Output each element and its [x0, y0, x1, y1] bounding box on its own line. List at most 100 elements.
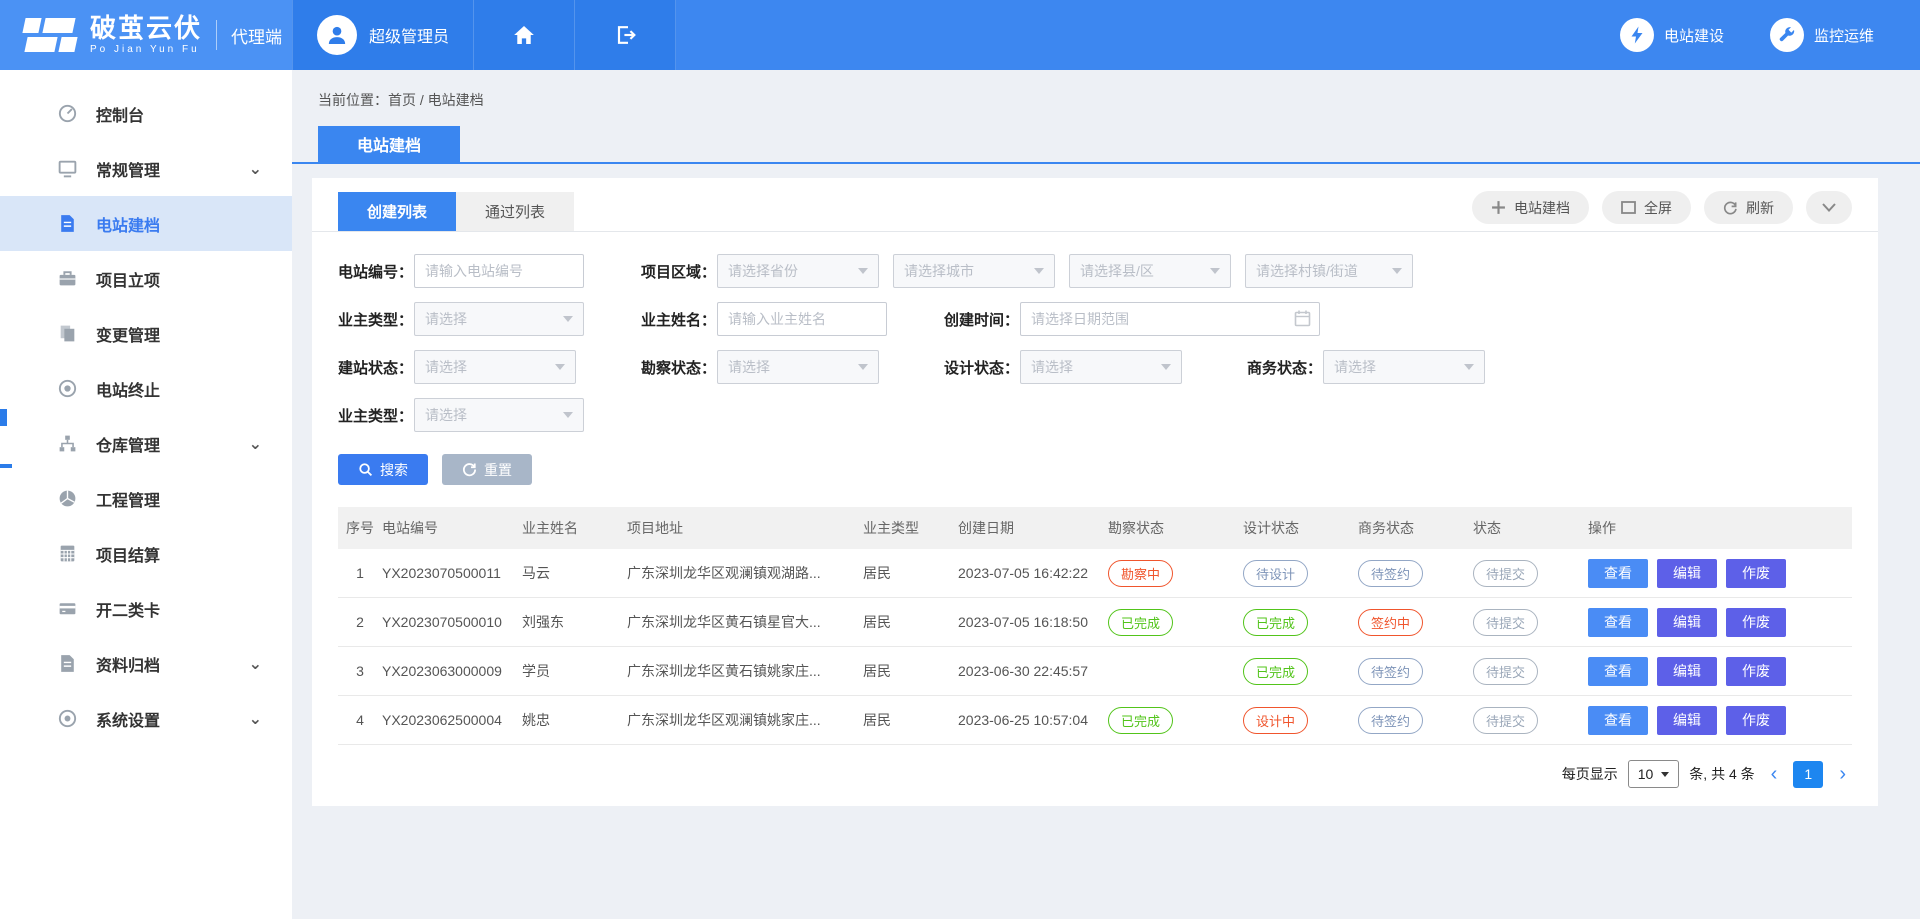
view-button[interactable]: 查看 [1588, 608, 1648, 637]
dropdown-arrow-icon [858, 268, 868, 274]
logout-button[interactable] [575, 0, 676, 70]
edit-button[interactable]: 编辑 [1657, 559, 1717, 588]
district-select[interactable]: 请选择县/区 [1069, 254, 1231, 288]
township-select[interactable]: 请选择村镇/街道 [1245, 254, 1413, 288]
dropdown-arrow-icon [1392, 268, 1402, 274]
design-status-badge: 设计中 [1243, 707, 1308, 734]
void-button[interactable]: 作废 [1726, 608, 1786, 637]
pie-gauge-icon [56, 488, 78, 510]
sidebar-item-label: 项目立项 [96, 267, 160, 291]
edit-button[interactable]: 编辑 [1657, 608, 1717, 637]
prev-page-button[interactable]: ‹ [1765, 764, 1784, 784]
biz-status-select[interactable]: 请选择 [1323, 350, 1485, 384]
nav-station-build-label: 电站建设 [1664, 25, 1724, 46]
col-header-address: 项目地址 [627, 518, 863, 538]
table-row: 4 YX2023062500004 姚忠 广东深圳龙华区观澜镇姚家庄... 居民… [338, 696, 1852, 745]
business-status-badge: 待签约 [1358, 707, 1423, 734]
station-no-input[interactable] [414, 254, 584, 288]
design-status-select[interactable]: 请选择 [1020, 350, 1182, 384]
cell-type: 居民 [863, 563, 958, 583]
sidebar-item-general-mgmt[interactable]: 常规管理 ⌄ [0, 141, 292, 196]
sidebar-item-change-mgmt[interactable]: 变更管理 [0, 306, 292, 361]
dropdown-arrow-icon [1210, 268, 1220, 274]
col-header-business: 商务状态 [1358, 518, 1473, 538]
owner-type2-select[interactable]: 请选择 [414, 398, 584, 432]
sidebar-item-system-settings[interactable]: 系统设置 ⌄ [0, 691, 292, 746]
search-icon [358, 462, 373, 477]
dropdown-arrow-icon [858, 364, 868, 370]
chevron-down-icon [1822, 203, 1836, 212]
current-page-button[interactable]: 1 [1793, 761, 1823, 788]
search-button[interactable]: 搜索 [338, 454, 428, 485]
cell-address: 广东深圳龙华区黄石镇姚家庄... [627, 661, 863, 681]
sidebar-item-label: 仓库管理 [96, 432, 160, 456]
nav-station-build[interactable]: 电站建设 [1620, 18, 1724, 52]
edit-button[interactable]: 编辑 [1657, 657, 1717, 686]
refresh-button[interactable]: 刷新 [1704, 191, 1793, 224]
reset-icon [462, 462, 477, 477]
business-status-badge: 待签约 [1358, 560, 1423, 587]
dropdown-arrow-icon [563, 412, 573, 418]
date-range-picker[interactable] [1020, 302, 1320, 336]
sidebar-item-label: 系统设置 [96, 707, 160, 731]
cell-code: YX2023070500011 [382, 565, 522, 581]
topbar-user-area: 超级管理员 [292, 0, 676, 70]
next-page-button[interactable]: › [1833, 764, 1852, 784]
col-header-date: 创建日期 [958, 518, 1108, 538]
credit-card-icon [56, 598, 78, 620]
cell-no: 3 [338, 663, 382, 679]
logo-area: 破茧云伏 Po Jian Yun Fu 代理端 [0, 0, 292, 70]
create-station-button[interactable]: 电站建档 [1472, 191, 1589, 224]
cell-type: 居民 [863, 710, 958, 730]
nav-monitor-ops[interactable]: 监控运维 [1770, 18, 1874, 52]
survey-status-select[interactable]: 请选择 [717, 350, 879, 384]
edit-button[interactable]: 编辑 [1657, 706, 1717, 735]
province-select[interactable]: 请选择省份 [717, 254, 879, 288]
void-button[interactable]: 作废 [1726, 657, 1786, 686]
sidebar-item-warehouse-mgmt[interactable]: 仓库管理 ⌄ [0, 416, 292, 471]
create-station-label: 电站建档 [1514, 198, 1570, 218]
view-button[interactable]: 查看 [1588, 706, 1648, 735]
view-button[interactable]: 查看 [1588, 559, 1648, 588]
fullscreen-button[interactable]: 全屏 [1602, 191, 1691, 224]
tab-create-list[interactable]: 创建列表 [338, 192, 456, 231]
list-panel: 创建列表 通过列表 电站建档 全屏 刷新 [312, 178, 1878, 806]
date-range-input[interactable] [1020, 302, 1320, 336]
filter-label-build-status: 建站状态： [338, 357, 414, 378]
page-tab-station-archive[interactable]: 电站建档 [318, 126, 460, 162]
owner-name-input[interactable] [717, 302, 887, 336]
sidebar-item-project-settlement[interactable]: 项目结算 [0, 526, 292, 581]
status-badge: 待提交 [1473, 658, 1538, 685]
build-status-select[interactable]: 请选择 [414, 350, 576, 384]
home-button[interactable] [474, 0, 575, 70]
collapse-button[interactable] [1806, 191, 1852, 224]
sidebar-item-type2-card[interactable]: 开二类卡 [0, 581, 292, 636]
sidebar-item-label: 工程管理 [96, 487, 160, 511]
sidebar-item-project-initiation[interactable]: 项目立项 [0, 251, 292, 306]
sidebar-item-label: 电站建档 [96, 212, 160, 236]
reset-button[interactable]: 重置 [442, 454, 532, 485]
city-select[interactable]: 请选择城市 [893, 254, 1055, 288]
tab-passed-list[interactable]: 通过列表 [456, 192, 574, 231]
cell-type: 居民 [863, 661, 958, 681]
per-page-select[interactable]: 10 [1628, 760, 1680, 788]
brand-logo-icon [22, 14, 78, 56]
sidebar-item-engineering-mgmt[interactable]: 工程管理 [0, 471, 292, 526]
cell-address: 广东深圳龙华区观澜镇姚家庄... [627, 710, 863, 730]
owner-type-select[interactable]: 请选择 [414, 302, 584, 336]
dropdown-arrow-icon [1161, 364, 1171, 370]
cell-owner: 刘强东 [522, 612, 627, 632]
void-button[interactable]: 作废 [1726, 706, 1786, 735]
col-header-type: 业主类型 [863, 518, 958, 538]
view-button[interactable]: 查看 [1588, 657, 1648, 686]
sidebar-item-console[interactable]: 控制台 [0, 86, 292, 141]
chevron-down-icon: ⌄ [249, 654, 262, 674]
user-menu[interactable]: 超级管理员 [292, 0, 474, 70]
sidebar-item-data-archive[interactable]: 资料归档 ⌄ [0, 636, 292, 691]
sidebar-item-station-archive[interactable]: 电站建档 [0, 196, 292, 251]
void-button[interactable]: 作废 [1726, 559, 1786, 588]
sidebar-item-station-terminate[interactable]: 电站终止 [0, 361, 292, 416]
cell-owner: 马云 [522, 563, 627, 583]
dropdown-arrow-icon [1034, 268, 1044, 274]
document-icon [56, 213, 78, 235]
